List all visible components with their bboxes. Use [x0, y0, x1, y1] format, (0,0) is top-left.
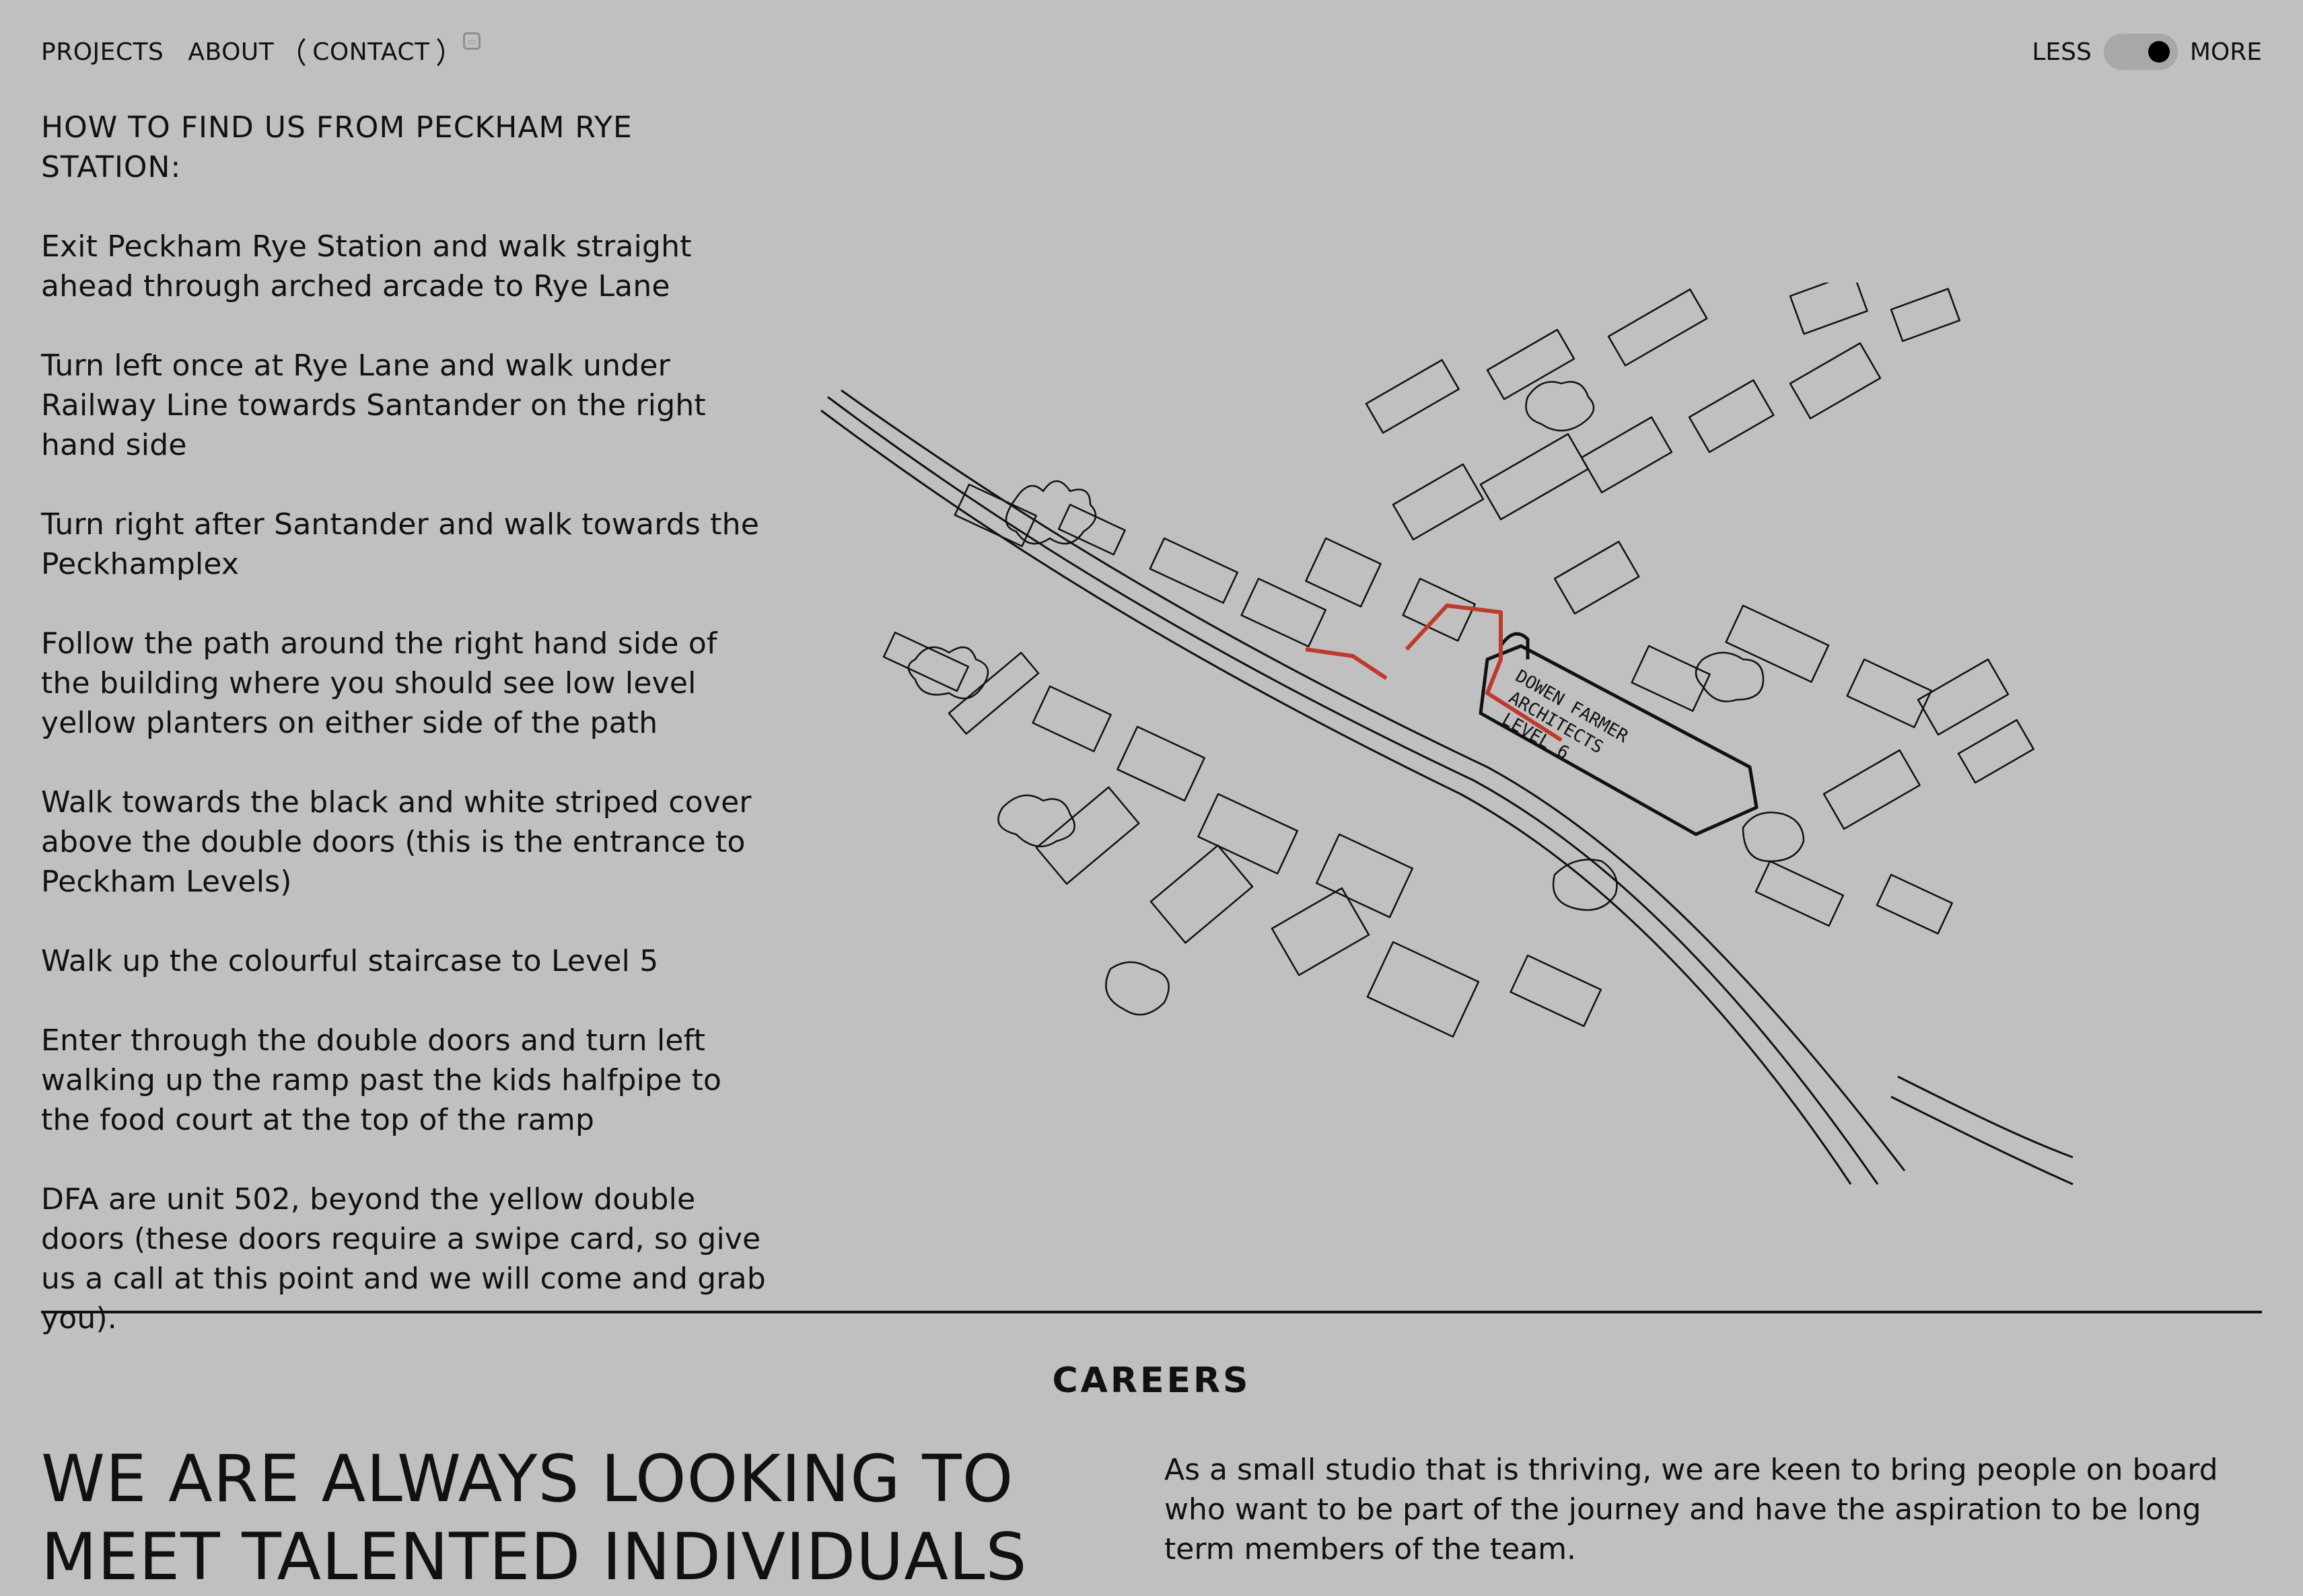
- nav-projects[interactable]: PROJECTS: [41, 38, 164, 66]
- nav-about[interactable]: ABOUT: [188, 38, 274, 66]
- direction-step: Turn right after Santander and walk towa…: [41, 507, 759, 581]
- careers-title: CAREERS: [1052, 1361, 1251, 1401]
- direction-step: Follow the path around the right hand si…: [41, 626, 717, 740]
- section-divider: [41, 1311, 2262, 1313]
- direction-step: Walk towards the black and white striped…: [41, 785, 752, 899]
- careers-headline: WE ARE ALWAYS LOOKING TO MEET TALENTED I…: [41, 1441, 1028, 1595]
- directions-heading: HOW TO FIND US FROM PECKHAM RYE STATION:: [41, 110, 633, 184]
- directions: HOW TO FIND US FROM PECKHAM RYE STATION:…: [41, 108, 768, 1378]
- direction-step: Turn left once at Rye Lane and walk unde…: [41, 349, 706, 462]
- toggle-knob: [2148, 41, 2170, 63]
- careers-body: As a small studio that is thriving, we a…: [1164, 1453, 2218, 1566]
- location-map-sketch: DOWEN FARMER ARCHITECTS LEVEL 6: [820, 283, 2074, 1186]
- direction-step: Walk up the colourful staircase to Level…: [41, 944, 659, 978]
- toggle-less-label[interactable]: LESS: [2032, 38, 2092, 66]
- direction-step: Enter through the double doors and turn …: [41, 1023, 722, 1137]
- less-more-toggle[interactable]: [2103, 34, 2178, 70]
- card-icon: ▭: [463, 32, 481, 50]
- main-nav: PROJECTS ABOUT CONTACT: [41, 32, 444, 72]
- direction-step: Exit Peckham Rye Station and walk straig…: [41, 229, 692, 303]
- direction-step: DFA are unit 502, beyond the yellow doub…: [41, 1182, 766, 1336]
- detail-toggle-group: LESS MORE: [2032, 34, 2262, 70]
- toggle-more-label[interactable]: MORE: [2190, 38, 2262, 66]
- nav-contact[interactable]: CONTACT: [298, 32, 444, 72]
